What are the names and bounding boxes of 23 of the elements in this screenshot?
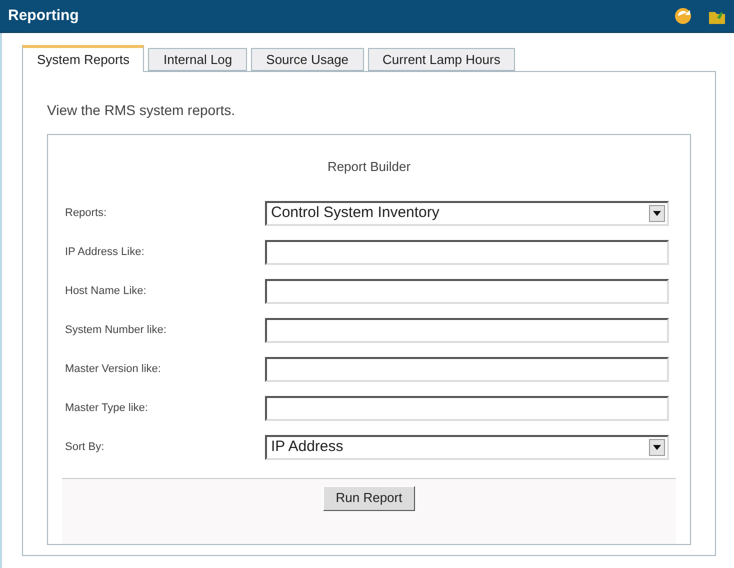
refresh-icon[interactable] — [674, 7, 692, 25]
field-label: IP Address Like: — [65, 244, 146, 260]
run-report-button[interactable]: Run Report — [322, 486, 416, 510]
input-field[interactable] — [265, 318, 669, 342]
field-label: Sort By: — [65, 440, 106, 455]
tab[interactable]: System Reports — [22, 45, 144, 72]
input-field[interactable] — [265, 356, 669, 382]
field-label: System Number like: — [65, 322, 168, 338]
field-label: Master Version like: — [65, 362, 162, 377]
dropdown-field[interactable]: IP Address — [265, 434, 669, 460]
input-field[interactable] — [265, 240, 669, 264]
section-title: Report Builder — [327, 158, 411, 176]
field-label: Host Name Like: — [65, 284, 148, 299]
field-label: Master Type like: — [65, 400, 149, 416]
tab[interactable]: Current Lamp Hours — [368, 48, 516, 71]
field-label: Reports: — [65, 206, 108, 221]
window-title: Reporting — [8, 6, 80, 26]
input-field[interactable] — [265, 396, 669, 420]
tab[interactable]: Source Usage — [251, 48, 364, 71]
dropdown-field[interactable]: Control System Inventory — [265, 200, 669, 226]
input-field[interactable] — [265, 278, 669, 304]
description-text: View the RMS system reports. — [47, 101, 236, 120]
tab[interactable]: Internal Log — [148, 48, 248, 71]
